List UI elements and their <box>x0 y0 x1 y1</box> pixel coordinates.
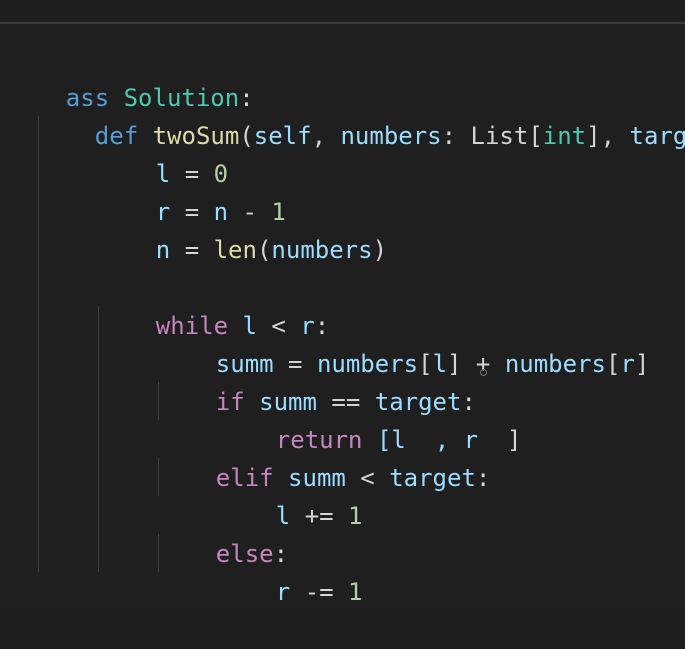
code-line-9: return [l , r ] <box>218 383 521 421</box>
var-target: target <box>375 464 476 492</box>
close-bracket: ] <box>586 122 600 150</box>
open-paren: ( <box>257 236 271 264</box>
open-bracket: [ <box>528 122 542 150</box>
builtin-len: len <box>214 236 257 264</box>
var-r: r <box>276 578 290 606</box>
type-int: int <box>543 122 586 150</box>
var-n: n <box>156 236 170 264</box>
comma: , <box>601 122 630 150</box>
minus-assign-op: -= <box>290 578 348 606</box>
editor-tab-strip <box>0 0 685 24</box>
code-line-4: r = n - 1 <box>98 155 286 193</box>
number: 1 <box>348 502 362 530</box>
mouse-cursor-icon <box>480 369 487 376</box>
close-bracket: ] <box>635 350 649 378</box>
colon: : <box>476 464 490 492</box>
code-line-7: summ = numbers[l] + numbers[r] <box>158 307 649 345</box>
code-line-13: r -= 1 <box>218 535 363 573</box>
code-line-10: elif summ < target: <box>158 421 490 459</box>
colon: : <box>442 122 471 150</box>
code-line-12: else: <box>158 497 288 535</box>
code-line-8: if summ == target: <box>158 345 476 383</box>
code-line-5: n = len(numbers) <box>98 193 387 231</box>
var-r: r <box>620 350 634 378</box>
close-paren: ) <box>373 236 387 264</box>
code-line-3: l = 0 <box>98 117 228 155</box>
comma: , <box>312 122 341 150</box>
param-numbers: numbers <box>340 122 441 150</box>
type-list: List <box>471 122 529 150</box>
code-line-6: while l < r: <box>98 269 329 307</box>
code-line-2: def twoSum(self, numbers: List[int], tar… <box>37 79 685 117</box>
code-line-11: l += 1 <box>218 459 363 497</box>
plus-assign-op: += <box>290 502 348 530</box>
param-self: self <box>254 122 312 150</box>
param-target: target <box>630 122 685 150</box>
assign-op: = <box>170 236 213 264</box>
var-numbers: numbers <box>271 236 372 264</box>
open-paren: ( <box>239 122 253 150</box>
var-numbers: numbers <box>505 350 606 378</box>
open-bracket: [ <box>606 350 620 378</box>
number: 1 <box>348 578 362 606</box>
code-editor[interactable]: ass Solution: def twoSum(self, numbers: … <box>0 24 685 608</box>
code-line-1: ass Solution: <box>8 41 254 79</box>
